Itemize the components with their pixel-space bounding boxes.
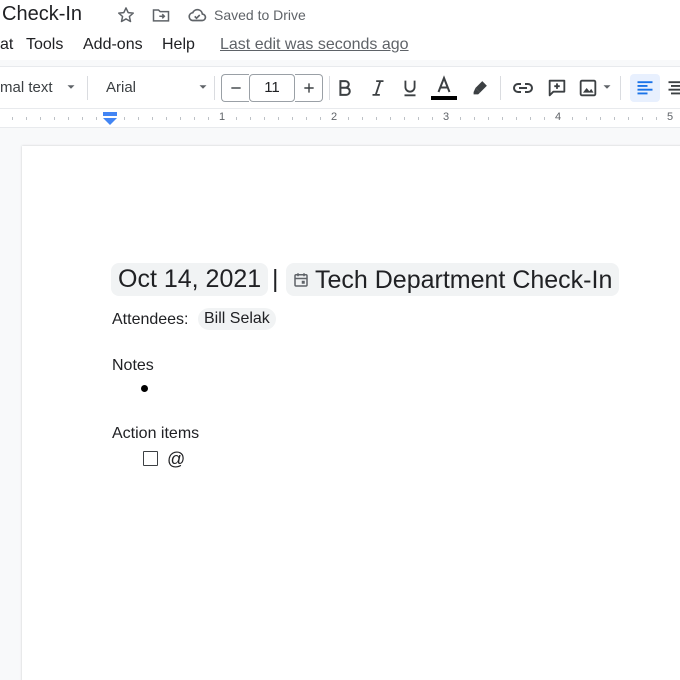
increase-font-size-button[interactable] <box>295 74 323 102</box>
title-separator: | <box>272 265 279 293</box>
chevron-down-icon[interactable] <box>600 80 614 94</box>
text-color-button[interactable] <box>430 74 458 102</box>
chevron-down-icon[interactable] <box>196 80 210 94</box>
menu-tools[interactable]: Tools <box>26 36 63 54</box>
insert-image-button[interactable] <box>574 74 602 102</box>
date-chip[interactable]: Oct 14, 2021 <box>111 263 269 296</box>
attendee-chip[interactable]: Bill Selak <box>198 308 276 330</box>
toolbar-divider <box>214 76 215 100</box>
attendees-label: Attendees: <box>112 311 189 328</box>
align-left-icon <box>637 81 653 95</box>
mention-trigger[interactable]: @ <box>167 449 185 469</box>
align-left-button[interactable] <box>630 74 660 102</box>
indent-marker-icon[interactable] <box>103 112 117 131</box>
action-item-checkbox[interactable] <box>143 451 158 466</box>
last-edit-link[interactable]: Last edit was seconds ago <box>220 36 409 54</box>
bullet-point[interactable] <box>141 385 148 392</box>
document-title[interactable]: Check-In <box>2 2 82 26</box>
cloud-saved-icon[interactable] <box>186 4 208 26</box>
italic-button[interactable] <box>364 74 392 102</box>
underline-icon <box>404 80 416 97</box>
move-to-folder-icon[interactable] <box>150 4 172 26</box>
calendar-icon <box>292 271 310 289</box>
align-center-button[interactable] <box>662 74 680 102</box>
insert-link-button[interactable] <box>509 74 537 102</box>
highlighter-icon <box>473 81 487 95</box>
menu-bar: at Tools Add-ons Help Last edit was seco… <box>0 30 680 60</box>
add-comment-icon <box>548 79 566 97</box>
ruler-number: 5 <box>667 111 674 123</box>
align-center-icon <box>668 81 680 95</box>
menu-add-ons[interactable]: Add-ons <box>83 36 143 54</box>
ruler-number: 2 <box>331 111 338 123</box>
toolbar-divider <box>620 76 621 100</box>
font-size-input[interactable]: 11 <box>249 74 295 102</box>
calendar-event-chip[interactable]: Tech Department Check-In <box>286 263 620 296</box>
title-bar: Check-In Saved to Drive <box>0 0 680 30</box>
toolbar-divider <box>87 76 88 100</box>
toolbar-divider <box>329 76 330 100</box>
ruler-number: 3 <box>443 111 450 123</box>
decrease-font-size-button[interactable] <box>221 74 249 102</box>
menu-help[interactable]: Help <box>162 36 195 54</box>
notes-heading: Notes <box>112 357 154 374</box>
bold-button[interactable] <box>331 74 359 102</box>
font-family-select[interactable]: Arial <box>106 79 136 97</box>
action-items-heading: Action items <box>112 425 200 442</box>
text-color-icon <box>431 75 457 100</box>
image-icon <box>579 79 597 97</box>
link-icon <box>513 83 533 93</box>
underline-button[interactable] <box>396 74 424 102</box>
ruler-number: 1 <box>219 111 226 123</box>
paragraph-style-select[interactable]: mal text <box>0 79 53 97</box>
save-status: Saved to Drive <box>214 7 306 23</box>
toolbar-divider <box>500 76 501 100</box>
plus-icon <box>303 83 314 93</box>
ruler-number: 4 <box>555 111 562 123</box>
toolbar: mal text Arial 11 <box>0 66 680 108</box>
star-icon[interactable] <box>115 4 137 26</box>
chevron-down-icon[interactable] <box>64 80 78 94</box>
add-comment-button[interactable] <box>543 74 571 102</box>
menu-format[interactable]: at <box>0 36 13 54</box>
highlight-color-button[interactable] <box>466 74 494 102</box>
bold-icon <box>339 80 351 96</box>
calendar-event-title: Tech Department Check-In <box>315 265 613 294</box>
ruler[interactable]: 1 2 3 4 5 <box>0 108 680 128</box>
document-page[interactable]: Oct 14, 2021 | Tech Department Check-In … <box>22 146 680 680</box>
minus-icon <box>230 87 241 89</box>
italic-icon <box>372 80 384 96</box>
